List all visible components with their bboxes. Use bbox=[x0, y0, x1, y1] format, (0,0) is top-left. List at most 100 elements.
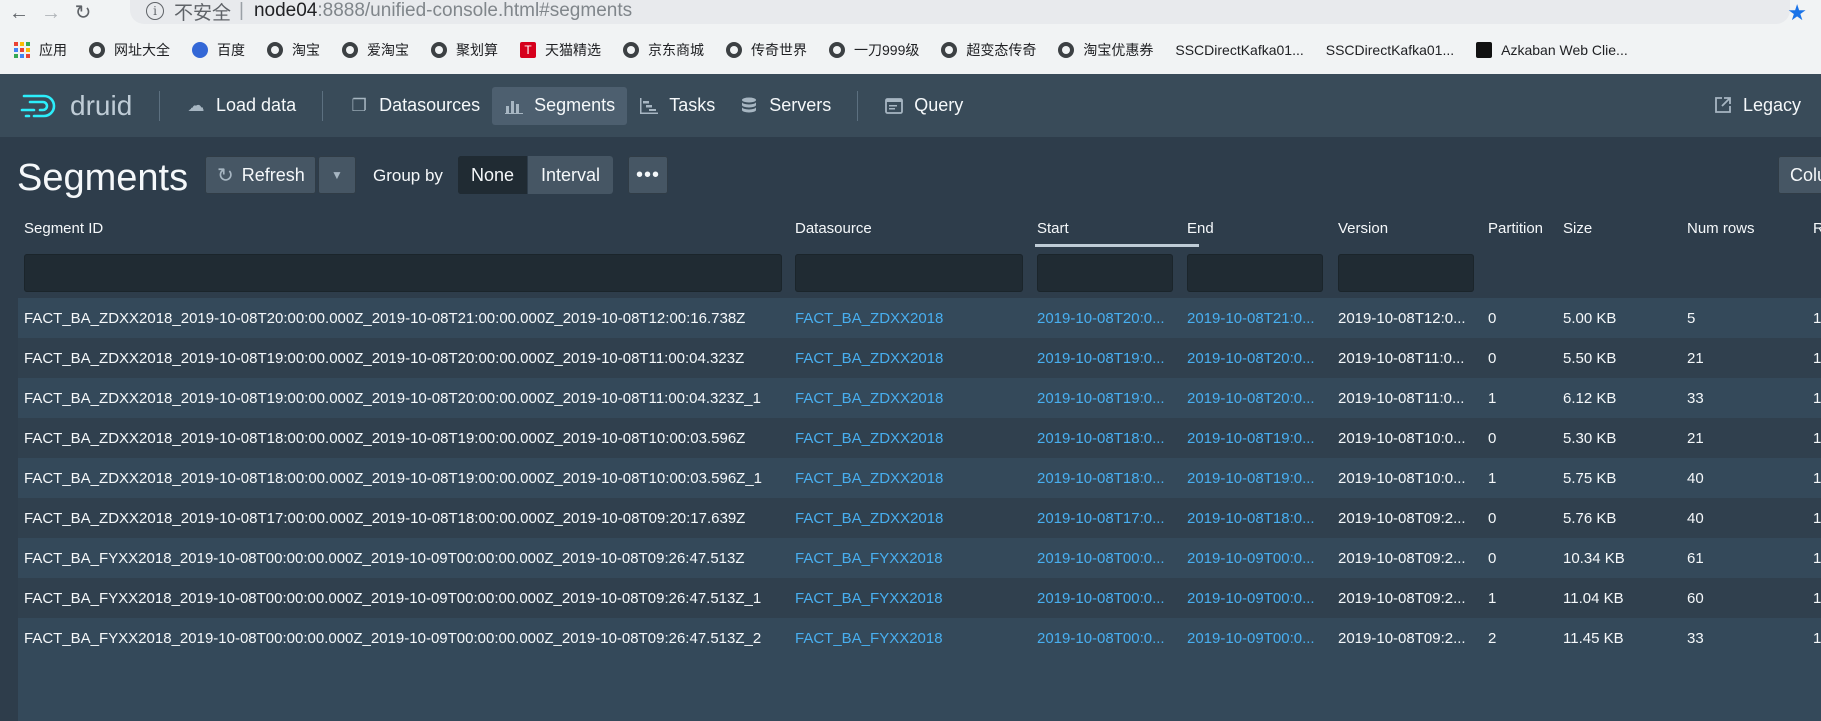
cell-num-rows: 40 bbox=[1687, 470, 1704, 487]
bookmark-item[interactable]: 淘宝优惠券 bbox=[1058, 40, 1153, 60]
bookmark-label: 传奇世界 bbox=[751, 42, 807, 58]
refresh-button[interactable]: ↻ Refresh bbox=[205, 156, 316, 194]
bookmark-item[interactable]: 爱淘宝 bbox=[342, 40, 409, 60]
cell-partition: 0 bbox=[1488, 310, 1497, 327]
druid-logo[interactable]: druid bbox=[20, 90, 145, 122]
bookmark-item[interactable]: 网址大全 bbox=[89, 40, 170, 60]
cell-r: 1 bbox=[1813, 310, 1821, 327]
bookmark-item[interactable]: 超变态传奇 bbox=[941, 40, 1036, 60]
cell-end[interactable]: 2019-10-08T19:0... bbox=[1187, 430, 1327, 447]
bookmark-item[interactable]: 百度 bbox=[192, 40, 245, 60]
group-by-interval[interactable]: Interval bbox=[527, 156, 614, 194]
columns-button[interactable]: Colu bbox=[1778, 156, 1821, 194]
nav-load-data[interactable]: ☁ Load data bbox=[174, 87, 308, 125]
group-by-selector: None Interval bbox=[458, 156, 614, 194]
cell-segment-id: FACT_BA_ZDXX2018_2019-10-08T18:00:00.000… bbox=[24, 430, 746, 447]
bookmarks-bar: 应用 网址大全 百度 淘宝 爱淘宝 聚划算 T 天猫精选 京东商城 传奇世界 一刀999级 超变态传奇… bbox=[0, 30, 1821, 70]
bookmark-item[interactable]: SSCDirectKafka01... bbox=[1326, 42, 1454, 58]
baidu-icon bbox=[192, 42, 208, 58]
header-size[interactable]: Size bbox=[1563, 220, 1592, 237]
bookmark-item[interactable]: 淘宝 bbox=[267, 40, 320, 60]
header-r[interactable]: R bbox=[1813, 220, 1821, 237]
nav-tasks[interactable]: Tasks bbox=[627, 87, 727, 125]
cell-version: 2019-10-08T09:2... bbox=[1338, 590, 1466, 607]
cell-end[interactable]: 2019-10-08T21:0... bbox=[1187, 310, 1327, 327]
bookmark-item[interactable]: 一刀999级 bbox=[829, 40, 919, 60]
cell-datasource[interactable]: FACT_BA_ZDXX2018 bbox=[795, 350, 1025, 367]
cell-end[interactable]: 2019-10-09T00:0... bbox=[1187, 590, 1327, 607]
cell-end[interactable]: 2019-10-09T00:0... bbox=[1187, 550, 1327, 567]
cell-start[interactable]: 2019-10-08T18:0... bbox=[1037, 470, 1177, 487]
table-row: FACT_BA_FYXX2018_2019-10-08T00:00:00.000… bbox=[18, 618, 1821, 658]
more-options-button[interactable]: ••• bbox=[628, 156, 668, 194]
bookmark-star-icon[interactable]: ★ bbox=[1787, 0, 1807, 26]
cell-datasource[interactable]: FACT_BA_FYXX2018 bbox=[795, 630, 1025, 647]
url-host: node04 bbox=[253, 0, 318, 21]
sort-indicator bbox=[1035, 244, 1199, 247]
filter-start[interactable] bbox=[1037, 254, 1173, 292]
cell-start[interactable]: 2019-10-08T00:0... bbox=[1037, 590, 1177, 607]
cell-datasource[interactable]: FACT_BA_ZDXX2018 bbox=[795, 310, 1025, 327]
cell-datasource[interactable]: FACT_BA_ZDXX2018 bbox=[795, 390, 1025, 407]
cell-end[interactable]: 2019-10-08T18:0... bbox=[1187, 510, 1327, 527]
cell-start[interactable]: 2019-10-08T00:0... bbox=[1037, 630, 1177, 647]
cell-end[interactable]: 2019-10-08T19:0... bbox=[1187, 470, 1327, 487]
cell-end[interactable]: 2019-10-08T20:0... bbox=[1187, 350, 1327, 367]
filter-end[interactable] bbox=[1187, 254, 1323, 292]
filter-datasource[interactable] bbox=[795, 254, 1023, 292]
header-num-rows[interactable]: Num rows bbox=[1687, 220, 1755, 237]
bookmark-item[interactable]: Azkaban Web Clie... bbox=[1476, 42, 1628, 58]
table-header-row: Segment ID Datasource Start End Version … bbox=[18, 212, 1821, 247]
table-row: FACT_BA_ZDXX2018_2019-10-08T19:00:00.000… bbox=[18, 338, 1821, 378]
forward-arrow-icon[interactable]: → bbox=[38, 2, 64, 24]
header-version[interactable]: Version bbox=[1338, 220, 1388, 237]
group-by-none[interactable]: None bbox=[458, 156, 528, 194]
cell-datasource[interactable]: FACT_BA_FYXX2018 bbox=[795, 550, 1025, 567]
header-datasource[interactable]: Datasource bbox=[795, 220, 872, 237]
cell-datasource[interactable]: FACT_BA_ZDXX2018 bbox=[795, 470, 1025, 487]
columns-label: Colu bbox=[1790, 164, 1821, 185]
bookmark-item[interactable]: 传奇世界 bbox=[726, 40, 807, 60]
header-segment-id[interactable]: Segment ID bbox=[24, 220, 103, 237]
reload-icon[interactable]: ↻ bbox=[70, 2, 96, 24]
nav-legacy[interactable]: Legacy bbox=[1701, 86, 1813, 124]
nav-query[interactable]: Query bbox=[872, 87, 975, 125]
address-bar[interactable]: i 不安全 | node04:8888/unified-console.html… bbox=[130, 0, 1790, 24]
header-start[interactable]: Start bbox=[1037, 220, 1069, 237]
nav-datasources[interactable]: ❐ Datasources bbox=[337, 87, 492, 125]
cell-start[interactable]: 2019-10-08T00:0... bbox=[1037, 550, 1177, 567]
cell-start[interactable]: 2019-10-08T18:0... bbox=[1037, 430, 1177, 447]
back-arrow-icon[interactable]: ← bbox=[6, 2, 32, 24]
globe-icon bbox=[1058, 42, 1075, 58]
header-end[interactable]: End bbox=[1187, 220, 1214, 237]
bookmark-item[interactable]: 应用 bbox=[14, 40, 67, 60]
nav-servers[interactable]: Servers bbox=[727, 87, 843, 125]
table-row: FACT_BA_ZDXX2018_2019-10-08T18:00:00.000… bbox=[18, 458, 1821, 498]
refresh-options-button[interactable]: ▼ bbox=[318, 156, 356, 194]
bookmark-item[interactable]: SSCDirectKafka01... bbox=[1175, 42, 1303, 58]
site-info-icon[interactable]: i bbox=[146, 2, 164, 20]
cell-num-rows: 33 bbox=[1687, 390, 1704, 407]
cell-datasource[interactable]: FACT_BA_ZDXX2018 bbox=[795, 430, 1025, 447]
cell-datasource[interactable]: FACT_BA_ZDXX2018 bbox=[795, 510, 1025, 527]
cell-end[interactable]: 2019-10-09T00:0... bbox=[1187, 630, 1327, 647]
cell-start[interactable]: 2019-10-08T19:0... bbox=[1037, 390, 1177, 407]
bookmark-item[interactable]: 聚划算 bbox=[431, 40, 498, 60]
nav-segments[interactable]: Segments bbox=[492, 86, 628, 125]
cell-start[interactable]: 2019-10-08T20:0... bbox=[1037, 310, 1177, 327]
header-partition[interactable]: Partition bbox=[1488, 220, 1543, 237]
cell-start[interactable]: 2019-10-08T17:0... bbox=[1037, 510, 1177, 527]
cell-segment-id: FACT_BA_ZDXX2018_2019-10-08T20:00:00.000… bbox=[24, 310, 746, 327]
browser-toolbar: ← → ↻ i 不安全 | node04:8888/unified-consol… bbox=[0, 0, 1821, 26]
nav-segments-label: Segments bbox=[534, 95, 616, 115]
refresh-label: Refresh bbox=[241, 164, 305, 185]
cell-start[interactable]: 2019-10-08T19:0... bbox=[1037, 350, 1177, 367]
share-icon bbox=[1713, 95, 1733, 115]
bookmark-item[interactable]: T 天猫精选 bbox=[520, 40, 601, 60]
bookmark-label: 超变态传奇 bbox=[966, 42, 1037, 58]
filter-segment-id[interactable] bbox=[24, 254, 782, 292]
cell-datasource[interactable]: FACT_BA_FYXX2018 bbox=[795, 590, 1025, 607]
filter-version[interactable] bbox=[1338, 254, 1474, 292]
bookmark-item[interactable]: 京东商城 bbox=[623, 40, 704, 60]
cell-end[interactable]: 2019-10-08T20:0... bbox=[1187, 390, 1327, 407]
